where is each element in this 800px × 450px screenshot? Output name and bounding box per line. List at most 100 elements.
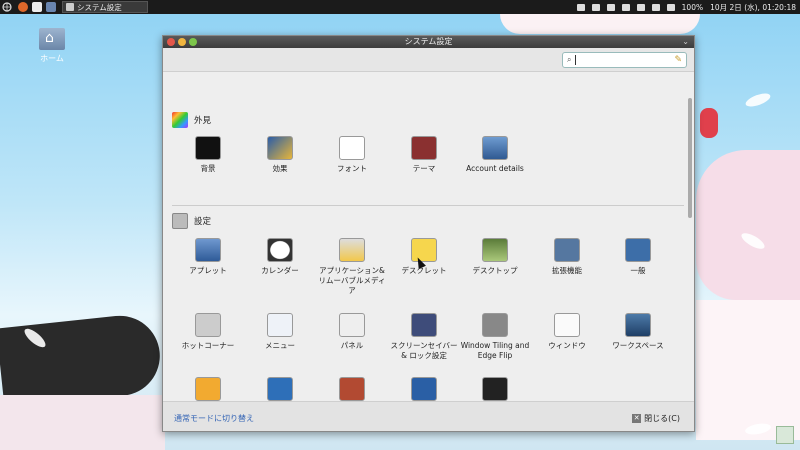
volume-icon[interactable] (666, 3, 675, 11)
section-title: 設定 (194, 217, 212, 227)
settings-item[interactable]: 言語 (388, 377, 460, 401)
clock[interactable]: 10月 2日 (水), 01:20:18 (710, 2, 796, 13)
close-window-icon[interactable] (167, 38, 175, 46)
clear-search-icon[interactable]: ✎ (674, 55, 682, 65)
accessibility-icon (267, 377, 293, 401)
language-icon (411, 377, 437, 401)
settings-item[interactable]: Account details (459, 136, 531, 174)
task-label: システム設定 (77, 2, 122, 12)
settings-item-label: スクリーンセイバー & ロック設定 (390, 341, 458, 360)
show-desktop-icon[interactable] (776, 426, 794, 444)
settings-item-label: カレンダー (261, 266, 299, 275)
effects-icon (267, 136, 293, 160)
maximize-window-icon[interactable] (189, 38, 197, 46)
network-icon[interactable] (591, 3, 600, 11)
account-icon (482, 136, 508, 160)
settings-item[interactable]: アプリケーション& リムーバブルメディア (316, 238, 388, 296)
settings-item[interactable]: アプレット (172, 238, 244, 276)
hot-corner-icon (195, 313, 221, 337)
settings-item-label: ホットコーナー (181, 341, 235, 350)
desktop-home-icon[interactable]: ホーム (34, 28, 70, 64)
wallpaper-shape (0, 311, 164, 409)
theme-icon (411, 136, 437, 160)
system-tray: 100% 10月 2日 (水), 01:20:18 (576, 0, 796, 14)
switch-normal-mode-link[interactable]: 通常モードに切り替え (174, 413, 254, 424)
settings-item[interactable]: スクリーンセイバー & ロック設定 (388, 313, 460, 361)
settings-item[interactable]: ウィンドウ (531, 313, 603, 351)
firefox-icon[interactable] (18, 2, 28, 12)
vertical-scrollbar[interactable] (688, 98, 692, 218)
keyboard-icon[interactable] (621, 3, 630, 11)
desktop-icon (482, 238, 508, 262)
app-media-icon (339, 238, 365, 262)
wallpaper-shape (0, 395, 165, 450)
settings-item-label: 拡張機能 (552, 266, 582, 275)
settings-item-label: Account details (466, 164, 524, 173)
settings-item[interactable]: デスクレット (388, 238, 460, 276)
extensions-icon (554, 238, 580, 262)
dropbox-icon[interactable] (606, 3, 615, 11)
text-cursor (575, 55, 577, 65)
wallpaper-ribbon (700, 108, 718, 138)
window-icon (554, 313, 580, 337)
settings-item[interactable]: 自動起動するプログラム (459, 377, 531, 401)
settings-item[interactable]: ユニバーサルアクセス (244, 377, 316, 401)
settings-item[interactable]: テーマ (388, 136, 460, 174)
settings-item-label: 一般 (630, 266, 646, 275)
workspace-icon (625, 313, 651, 337)
clock-icon (267, 238, 293, 262)
wifi-icon[interactable] (651, 3, 660, 11)
settings-item-label: アプレット (189, 266, 227, 275)
settings-item[interactable]: メニュー (244, 313, 316, 351)
region-language-icon (195, 377, 221, 401)
menu-icon[interactable] (0, 0, 14, 14)
wallpaper-shape (500, 14, 700, 34)
settings-item-label: メニュー (265, 341, 295, 350)
battery-text[interactable]: 100% (682, 3, 703, 12)
settings-item[interactable]: 拡張機能 (531, 238, 603, 276)
files-icon[interactable] (46, 2, 56, 12)
chevron-down-icon[interactable]: ⌄ (682, 36, 689, 48)
settings-item[interactable]: デスクトップ (459, 238, 531, 276)
terminal-icon[interactable] (32, 2, 42, 12)
minimize-window-icon[interactable] (178, 38, 186, 46)
search-input[interactable]: ⌕ ✎ (562, 52, 687, 68)
settings-item[interactable]: ホットコーナー (172, 313, 244, 351)
appearance-icon (172, 112, 188, 128)
settings-item[interactable]: ファイヤーウォール (316, 377, 388, 401)
settings-item-label: フォント (337, 164, 367, 173)
settings-item-label: Window Tiling and Edge Flip (460, 341, 530, 360)
settings-item[interactable]: 効果 (244, 136, 316, 174)
settings-item[interactable]: Window Tiling and Edge Flip (459, 313, 531, 361)
startup-apps-icon (482, 377, 508, 401)
settings-item-label: ウィンドウ (548, 341, 586, 350)
font-icon (339, 136, 365, 160)
close-icon: ✕ (632, 414, 642, 423)
search-icon: ⌕ (567, 55, 572, 64)
window-titlebar[interactable]: システム設定 ⌄ (163, 36, 694, 48)
close-button[interactable]: ✕ 閉じる(C) (632, 413, 680, 424)
settings-item[interactable]: 一般 (602, 238, 674, 276)
settings-item-label: アプリケーション& リムーバブルメディア (318, 266, 386, 295)
general-icon (625, 238, 651, 262)
bluetooth-icon[interactable] (636, 3, 645, 11)
toolbar: ⌕ ✎ (163, 48, 694, 72)
wallpaper-shape (696, 300, 800, 440)
notifications-icon[interactable] (576, 3, 585, 11)
settings-item[interactable]: パネル (316, 313, 388, 351)
settings-item-label: 背景 (200, 164, 216, 173)
menu-icon (267, 313, 293, 337)
firewall-icon (339, 377, 365, 401)
settings-item[interactable]: 背景 (172, 136, 244, 174)
system-settings-window: システム設定 ⌄ ⌕ ✎ 外見 背景 効果 フォント テーマ Account detai… (162, 35, 695, 432)
home-folder-icon (39, 28, 65, 50)
settings-item[interactable]: 地域と言語の設定 (172, 377, 244, 401)
settings-app-icon (66, 3, 74, 11)
settings-item[interactable]: フォント (316, 136, 388, 174)
taskbar-task-system-settings[interactable]: システム設定 (62, 1, 148, 13)
settings-item[interactable]: ワークスペース (602, 313, 674, 351)
settings-item[interactable]: カレンダー (244, 238, 316, 276)
settings-content: 外見 背景 効果 フォント テーマ Account details 設定 アプレット カレ… (163, 72, 688, 401)
settings-item-label: テーマ (412, 164, 436, 173)
window-tiling-icon (482, 313, 508, 337)
